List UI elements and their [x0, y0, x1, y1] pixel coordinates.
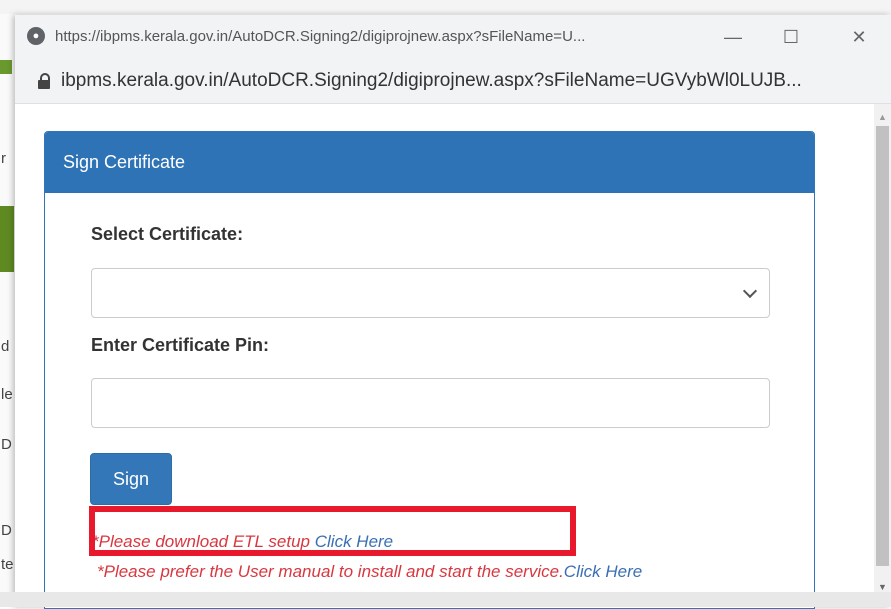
background-text-fragment: r	[1, 150, 6, 167]
background-text-fragment: d	[1, 338, 10, 355]
panel-heading: Sign Certificate	[45, 132, 814, 193]
window-titlebar[interactable]: ● https://ibpms.kerala.gov.in/AutoDCR.Si…	[15, 15, 891, 59]
background-text-fragment: D	[1, 436, 12, 453]
bottom-edge	[0, 592, 891, 607]
lock-icon[interactable]	[37, 73, 51, 89]
sign-button[interactable]: Sign	[90, 453, 172, 505]
minimize-button[interactable]: —	[713, 21, 753, 53]
vertical-scrollbar[interactable]: ▲ ▼	[874, 104, 891, 607]
background-top-strip	[0, 0, 891, 14]
window-title-url: https://ibpms.kerala.gov.in/AutoDCR.Sign…	[55, 28, 586, 45]
certificate-pin-label: Enter Certificate Pin:	[91, 335, 270, 355]
scroll-thumb[interactable]	[876, 126, 889, 566]
certificate-pin-input[interactable]	[91, 378, 770, 428]
chevron-down-icon	[742, 283, 758, 299]
address-bar[interactable]: ibpms.kerala.gov.in/AutoDCR.Signing2/dig…	[15, 59, 891, 104]
user-manual-link[interactable]: Click Here	[564, 562, 642, 581]
background-text-fragment: D	[1, 522, 12, 539]
certificate-select[interactable]	[91, 268, 770, 318]
site-info-icon: ●	[27, 27, 45, 45]
scroll-down-arrow-icon[interactable]: ▼	[878, 582, 887, 592]
close-button[interactable]: ✕	[839, 21, 879, 53]
user-manual-note: *Please prefer the User manual to instal…	[97, 562, 642, 582]
background-text-fragment: te	[1, 556, 14, 573]
select-certificate-label: Select Certificate:	[91, 224, 244, 244]
maximize-button[interactable]: ☐	[771, 21, 811, 53]
address-url[interactable]: ibpms.kerala.gov.in/AutoDCR.Signing2/dig…	[61, 70, 802, 92]
red-highlight-box	[89, 506, 576, 556]
background-green-block	[0, 206, 14, 272]
background-text-fragment: le	[1, 386, 13, 403]
user-manual-text: *Please prefer the User manual to instal…	[97, 562, 564, 581]
background-green-block	[0, 60, 12, 74]
scroll-up-arrow-icon[interactable]: ▲	[878, 112, 887, 122]
